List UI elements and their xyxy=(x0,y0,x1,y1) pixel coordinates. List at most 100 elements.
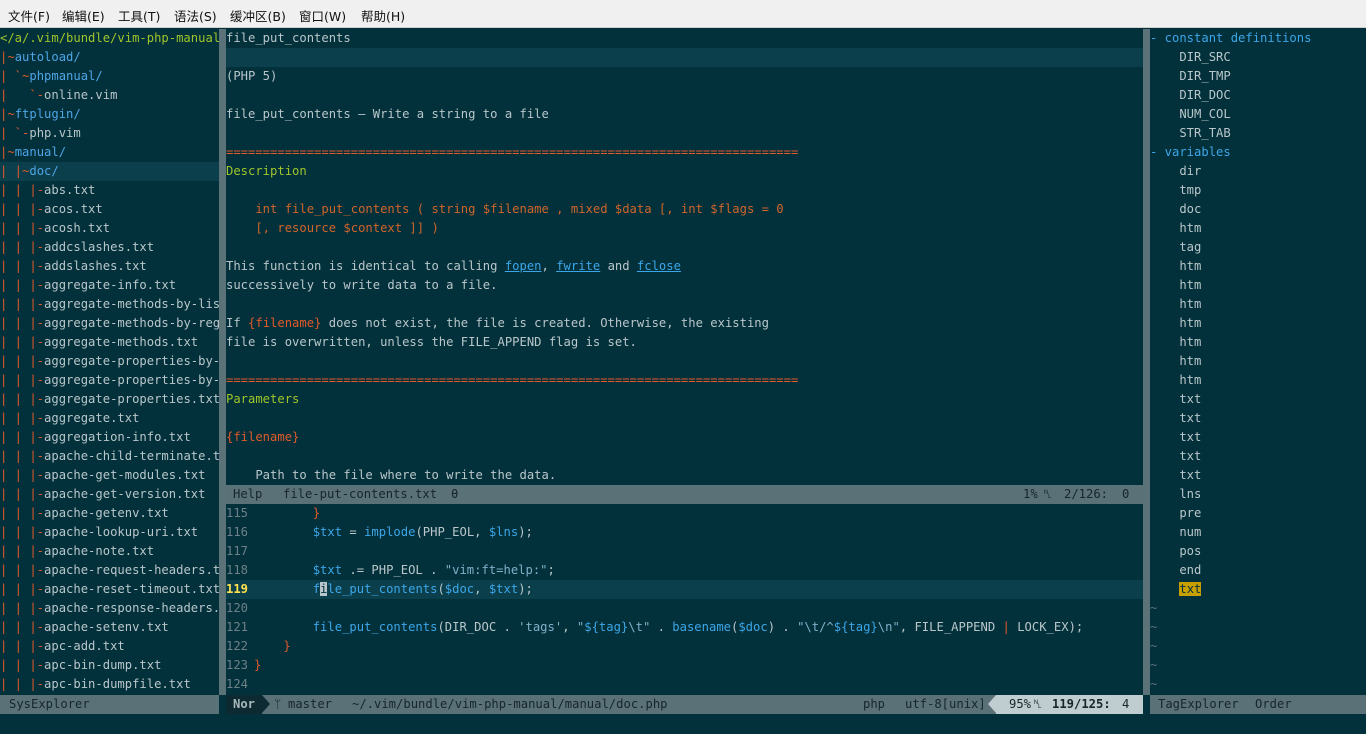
help-line[interactable]: ========================================… xyxy=(226,143,1143,162)
tree-item[interactable]: | | |-acos.txt xyxy=(0,200,219,219)
tree-item[interactable]: | | |-aggregation-info.txt xyxy=(0,428,219,447)
tree-item[interactable]: | | |-apc-bin-dumpfile.txt xyxy=(0,675,219,694)
menu-item[interactable]: 工具(T) xyxy=(118,6,160,25)
tree-item[interactable]: | | |-apache-get-modules.txt xyxy=(0,466,219,485)
tree-item[interactable]: | | |-apache-request-headers.tx xyxy=(0,561,219,580)
help-text[interactable]: fopen xyxy=(505,259,542,273)
sys-explorer-pane[interactable]: </a/.vim/bundle/vim-php-manual/|~autoloa… xyxy=(0,29,219,695)
tree-item[interactable]: |~manual/ xyxy=(0,143,219,162)
help-line[interactable]: file_put_contents xyxy=(226,29,1143,48)
help-line[interactable]: (PHP 5) xyxy=(226,67,1143,86)
help-line[interactable]: {filename} xyxy=(226,428,1143,447)
code-line[interactable]: 117 xyxy=(226,542,1143,561)
help-text[interactable]: fwrite xyxy=(556,259,600,273)
tree-item[interactable]: | | |-aggregate-methods.txt xyxy=(0,333,219,352)
help-line[interactable]: If {filename} does not exist, the file i… xyxy=(226,314,1143,333)
tree-item[interactable]: | | |-apache-response-headers.t xyxy=(0,599,219,618)
tag-item[interactable]: htm xyxy=(1150,257,1366,276)
help-line[interactable] xyxy=(226,124,1143,143)
menu-item[interactable]: 编辑(E) xyxy=(62,6,105,25)
tree-item[interactable]: | | |-addslashes.txt xyxy=(0,257,219,276)
tag-explorer-pane[interactable]: - constant definitions DIR_SRC DIR_TMP D… xyxy=(1150,29,1366,695)
tag-item[interactable]: txt xyxy=(1150,466,1366,485)
window-separator[interactable] xyxy=(219,29,226,695)
code-line[interactable]: 118 $txt .= PHP_EOL . "vim:ft=help:"; xyxy=(226,561,1143,580)
help-line[interactable] xyxy=(226,352,1143,371)
window-separator[interactable] xyxy=(1143,29,1150,695)
menu-item[interactable]: 窗口(W) xyxy=(299,6,346,25)
tag-item[interactable]: htm xyxy=(1150,219,1366,238)
help-line[interactable]: Path to the file where to write the data… xyxy=(226,466,1143,485)
help-text[interactable]: fclose xyxy=(637,259,681,273)
tag-item[interactable]: txt xyxy=(1150,580,1366,599)
tree-item[interactable]: | | |-apc-add.txt xyxy=(0,637,219,656)
tree-item[interactable]: | | |-aggregate-methods-by-rege xyxy=(0,314,219,333)
code-line[interactable]: 115 } xyxy=(226,504,1143,523)
tree-item[interactable]: </a/.vim/bundle/vim-php-manual/ xyxy=(0,29,219,48)
help-line[interactable] xyxy=(226,48,1143,67)
tag-item[interactable]: DIR_TMP xyxy=(1150,67,1366,86)
tree-item[interactable]: | | |-aggregate-properties-by-r xyxy=(0,371,219,390)
help-line[interactable]: [, resource $context ]] ) xyxy=(226,219,1143,238)
tag-item[interactable]: DIR_DOC xyxy=(1150,86,1366,105)
tree-item[interactable]: |~ftplugin/ xyxy=(0,105,219,124)
tag-item[interactable]: htm xyxy=(1150,352,1366,371)
tree-item[interactable]: | | |-apc-bin-dump.txt xyxy=(0,656,219,675)
tag-item[interactable]: doc xyxy=(1150,200,1366,219)
tree-item[interactable]: | | |-aggregate.txt xyxy=(0,409,219,428)
menu-item[interactable]: 缓冲区(B) xyxy=(230,6,286,25)
tree-item[interactable]: | | |-apache-setenv.txt xyxy=(0,618,219,637)
help-line[interactable]: file_put_contents — Write a string to a … xyxy=(226,105,1143,124)
tag-item[interactable]: htm xyxy=(1150,314,1366,333)
tree-item[interactable]: | `-online.vim xyxy=(0,86,219,105)
tree-item[interactable]: | `-php.vim xyxy=(0,124,219,143)
help-line[interactable]: ========================================… xyxy=(226,371,1143,390)
tree-item[interactable]: | | |-apache-get-version.txt xyxy=(0,485,219,504)
tag-item[interactable]: ~ xyxy=(1150,618,1366,637)
help-line[interactable] xyxy=(226,86,1143,105)
help-line[interactable]: file is overwritten, unless the FILE_APP… xyxy=(226,333,1143,352)
tree-item[interactable]: | | |-apache-note.txt xyxy=(0,542,219,561)
code-line[interactable]: 116 $txt = implode(PHP_EOL, $lns); xyxy=(226,523,1143,542)
tag-item[interactable]: ~ xyxy=(1150,599,1366,618)
tag-item[interactable]: ~ xyxy=(1150,656,1366,675)
tree-item[interactable]: | | |-aggregate-methods-by-list xyxy=(0,295,219,314)
tag-item[interactable]: pos xyxy=(1150,542,1366,561)
tag-item[interactable]: txt xyxy=(1150,428,1366,447)
tag-item[interactable]: num xyxy=(1150,523,1366,542)
code-line[interactable]: 119 file_put_contents($doc, $txt); xyxy=(226,580,1143,599)
help-line[interactable] xyxy=(226,447,1143,466)
help-line[interactable]: Description xyxy=(226,162,1143,181)
code-pane[interactable]: 115 } 116 $txt = implode(PHP_EOL, $lns); 1… xyxy=(226,504,1143,695)
code-line[interactable]: 123} xyxy=(226,656,1143,675)
tag-item[interactable]: NUM_COL xyxy=(1150,105,1366,124)
tree-item[interactable]: | | |-acosh.txt xyxy=(0,219,219,238)
help-line[interactable]: Parameters xyxy=(226,390,1143,409)
tag-item[interactable]: htm xyxy=(1150,371,1366,390)
tree-item[interactable]: | `~phpmanual/ xyxy=(0,67,219,86)
tree-item[interactable]: |~autoload/ xyxy=(0,48,219,67)
code-line[interactable]: 122 } xyxy=(226,637,1143,656)
tree-item[interactable]: | |~doc/ xyxy=(0,162,219,181)
help-line[interactable]: This function is identical to calling fo… xyxy=(226,257,1143,276)
tag-item[interactable]: pre xyxy=(1150,504,1366,523)
tree-item[interactable]: | | |-addcslashes.txt xyxy=(0,238,219,257)
tag-item[interactable]: DIR_SRC xyxy=(1150,48,1366,67)
tag-item[interactable]: dir xyxy=(1150,162,1366,181)
tag-item[interactable]: htm xyxy=(1150,276,1366,295)
tree-item[interactable]: | | |-aggregate-properties-by-l xyxy=(0,352,219,371)
tag-item[interactable]: ~ xyxy=(1150,637,1366,656)
tag-item[interactable]: tmp xyxy=(1150,181,1366,200)
tag-item[interactable]: htm xyxy=(1150,295,1366,314)
tree-item[interactable]: | | |-aggregate-properties.txt xyxy=(0,390,219,409)
tag-item[interactable]: end xyxy=(1150,561,1366,580)
tree-item[interactable]: | | |-apache-lookup-uri.txt xyxy=(0,523,219,542)
tag-item[interactable]: txt xyxy=(1150,409,1366,428)
help-line[interactable] xyxy=(226,181,1143,200)
help-line[interactable] xyxy=(226,409,1143,428)
tag-item[interactable]: ~ xyxy=(1150,675,1366,694)
help-line[interactable] xyxy=(226,238,1143,257)
tree-item[interactable]: | | |-apache-child-terminate.tx xyxy=(0,447,219,466)
tag-item[interactable]: htm xyxy=(1150,333,1366,352)
help-line[interactable]: successively to write data to a file. xyxy=(226,276,1143,295)
